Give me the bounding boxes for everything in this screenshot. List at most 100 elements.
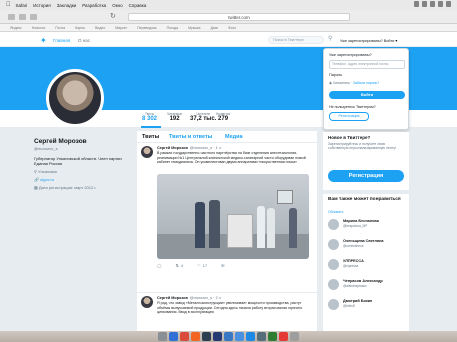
register-button-small[interactable]: Регистрация — [329, 112, 369, 121]
nav-about[interactable]: О нас — [78, 38, 90, 43]
suggestion-avatar[interactable] — [328, 299, 339, 310]
tweet-author[interactable]: Сергей Морозов — [157, 296, 188, 300]
bookmark-item[interactable]: Фото — [228, 26, 236, 30]
status-icons — [414, 1, 451, 7]
reload-icon[interactable]: ↻ — [110, 13, 118, 21]
profile-bio: Губернатор Ульяновской области. Член пар… — [34, 156, 122, 166]
app-icon[interactable] — [191, 332, 200, 341]
stat-followers[interactable]: Читатели 37,2 тыс. — [190, 112, 216, 122]
tab-tweets[interactable]: Твиты — [142, 134, 159, 140]
menubar-item-help[interactable]: Справка — [129, 3, 147, 8]
app-icon[interactable] — [279, 332, 288, 341]
suggestion-name[interactable]: УЛПРЕССА — [343, 259, 364, 263]
twitter-bird-icon: ✦ — [40, 36, 47, 45]
signup-button[interactable]: Регистрация — [328, 170, 404, 182]
word-icon[interactable] — [235, 332, 244, 341]
stat-tweets[interactable]: Твиты 8 302 — [142, 112, 157, 122]
bookmark-item[interactable]: Погода — [167, 26, 179, 30]
stat-value: 37,2 тыс. — [190, 116, 217, 122]
excel-icon[interactable] — [268, 332, 277, 341]
trash-icon[interactable] — [290, 332, 299, 341]
menubar-item-window[interactable]: Окно — [112, 3, 122, 8]
search-icon[interactable]: ⚲ — [328, 36, 332, 43]
sidebar-icon[interactable] — [30, 14, 37, 20]
finder-icon[interactable] — [158, 332, 167, 341]
stat-likes[interactable]: Нравится 279 — [216, 112, 230, 122]
suggestion-name[interactable]: Чепрасов Александр — [343, 279, 383, 283]
menubar-item-bookmarks[interactable]: Закладки — [57, 3, 76, 8]
search-input[interactable]: Поиск в Твиттере — [268, 36, 324, 44]
login-button[interactable]: Войти — [329, 91, 405, 99]
suggestion-avatar[interactable] — [328, 259, 339, 270]
suggestion-item[interactable]: Марина Беспалова @bespalova_MP — [328, 218, 408, 236]
nav-home[interactable]: ✦ Главная — [40, 36, 70, 45]
suggestion-item[interactable]: Чепрасов Александр @alekcheprasov — [328, 278, 408, 296]
wifi-icon[interactable] — [438, 1, 443, 7]
login-password-field[interactable]: Пароль — [329, 73, 342, 77]
suggestions-refresh-link[interactable]: Обновить — [328, 210, 343, 214]
bookmark-item[interactable]: Музыка — [188, 26, 200, 30]
back-icon[interactable] — [8, 14, 15, 20]
launchpad-icon[interactable] — [169, 332, 178, 341]
apple-menu-icon[interactable]:  — [6, 2, 11, 8]
illustrator-icon[interactable] — [202, 332, 211, 341]
bookmark-item[interactable]: Яндекс — [10, 26, 22, 30]
suggestion-avatar[interactable] — [328, 239, 339, 250]
suggestion-avatar[interactable] — [328, 219, 339, 230]
forward-icon[interactable] — [19, 14, 26, 20]
safari-icon[interactable] — [224, 332, 233, 341]
tweet-avatar[interactable] — [141, 146, 153, 158]
bookmark-item[interactable]: Видео — [95, 26, 105, 30]
suggestion-name[interactable]: Дмитрий Бикин — [343, 299, 372, 303]
profile-avatar[interactable] — [46, 69, 104, 127]
profile-link-text[interactable]: ulgov.ru — [40, 177, 54, 182]
menubar-item-develop[interactable]: Разработка — [82, 3, 106, 8]
battery-icon[interactable] — [446, 1, 451, 7]
menubar-item-history[interactable]: История — [33, 3, 50, 8]
tweet[interactable]: Сергей Морозов @morozov_s · 1 ч В рамках … — [137, 143, 317, 293]
message-icon[interactable]: ✉ — [221, 263, 224, 268]
suggestion-item[interactable]: УЛПРЕССА @ulpressa — [328, 258, 408, 276]
tab-tweets-replies[interactable]: Твиты и ответы — [169, 134, 212, 140]
tweet-avatar[interactable] — [141, 296, 153, 308]
status-icon[interactable] — [414, 1, 419, 7]
login-title: Уже зарегистрированы? — [329, 53, 372, 57]
acrobat-icon[interactable] — [180, 332, 189, 341]
reply-icon[interactable]: ◯ — [157, 263, 161, 268]
suggestion-item[interactable]: Оченьщева Светлана @ochensheva — [328, 238, 408, 256]
status-icon[interactable] — [422, 1, 427, 7]
skype-icon[interactable] — [246, 332, 255, 341]
suggestion-avatar[interactable] — [328, 279, 339, 290]
tweet-author[interactable]: Сергей Морозов — [157, 146, 188, 150]
bookmark-item[interactable]: Новости — [32, 26, 46, 30]
suggestion-handle: @alekcheprasov — [343, 284, 367, 288]
suggestion-item[interactable]: Дмитрий Бикин @bikinD — [328, 298, 408, 316]
login-dropdown-toggle[interactable]: Уже зарегистрированы? Войти ▾ — [340, 38, 397, 43]
bookmark-item[interactable]: Почта — [55, 26, 65, 30]
tab-media[interactable]: Медиа — [225, 134, 243, 140]
menubar-item-safari[interactable]: Safari — [16, 3, 28, 8]
profile-card: Сергей Морозов @morozov_s Губернатор Уль… — [34, 138, 132, 190]
suggestion-name[interactable]: Оченьщева Светлана — [343, 239, 384, 243]
forgot-password-link[interactable]: Забыли пароль? — [353, 81, 379, 85]
photo-person — [209, 200, 220, 248]
like-button[interactable]: ♡ 17 — [197, 263, 207, 268]
app-icon[interactable] — [257, 332, 266, 341]
stat-following[interactable]: Читаемые 192 — [167, 112, 182, 122]
retweet-button[interactable]: ⇅ 4 — [175, 263, 183, 268]
login-username-field[interactable]: Телефон, адрес электронной почты — [329, 60, 405, 69]
tweet-photo[interactable] — [157, 174, 309, 259]
profile-handle[interactable]: @morozov_s — [34, 146, 132, 151]
bookmark-item[interactable]: Маркет — [115, 26, 127, 30]
bookmark-item[interactable]: Диск — [210, 26, 218, 30]
bookmark-item[interactable]: Карты — [75, 26, 85, 30]
remember-me-checkbox[interactable]: ◉ Запомнить · Забыли пароль? — [329, 81, 379, 85]
suggestion-name[interactable]: Марина Беспалова — [343, 219, 379, 223]
profile-link[interactable]: 🔗 ulgov.ru — [34, 177, 132, 182]
photoshop-icon[interactable] — [213, 332, 222, 341]
address-bar[interactable]: twitter.com — [128, 13, 350, 21]
status-icon[interactable] — [430, 1, 435, 7]
bookmark-item[interactable]: Переводчик — [137, 26, 156, 30]
browser-toolbar: ↻ twitter.com — [0, 10, 457, 24]
profile-name[interactable]: Сергей Морозов — [34, 138, 132, 145]
